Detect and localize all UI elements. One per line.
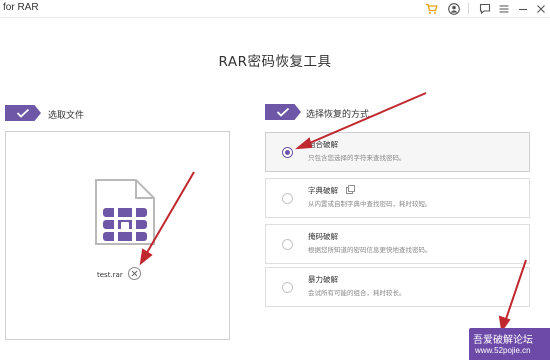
feedback-icon[interactable] [477, 1, 493, 17]
method-description: 会试所有可能的组合，耗时较长。 [308, 289, 406, 297]
watermark-url: www.52pojie.cn [475, 346, 531, 355]
title-bar: for RAR [0, 0, 550, 18]
radio-button[interactable] [282, 147, 293, 158]
remove-file-button[interactable] [128, 267, 141, 280]
method-description: 只包含您选择的字符来查找密码。 [308, 154, 406, 162]
method-title: 组合破解 [308, 140, 338, 149]
method-title: 掩码破解 [308, 232, 338, 241]
radio-button[interactable] [282, 193, 293, 204]
minimize-icon[interactable] [515, 1, 531, 17]
method-title: 字典破解 [308, 186, 338, 195]
radio-selected-dot [285, 150, 290, 155]
step-check-badge [5, 105, 41, 121]
rar-archive-icon [95, 179, 155, 245]
checkmark-icon [16, 108, 30, 118]
radio-button[interactable] [282, 239, 293, 250]
method-option-brute-force[interactable]: 暴力破解 会试所有可能的组合，耗时较长。 [265, 267, 530, 307]
method-option-combination[interactable]: 组合破解 只包含您选择的字符来查找密码。 [265, 132, 530, 172]
file-drop-panel[interactable]: test.rar [5, 131, 230, 340]
radio-button[interactable] [282, 282, 293, 293]
account-icon[interactable] [446, 1, 462, 17]
cart-icon[interactable] [423, 1, 439, 17]
menu-icon[interactable] [496, 1, 512, 17]
watermark-title: 吾爱破解论坛 [473, 335, 533, 346]
method-option-mask[interactable]: 掩码破解 根据您所知道的密码信息更快地查找密码。 [265, 224, 530, 264]
method-description: 根据您所知道的密码信息更快地查找密码。 [308, 246, 432, 254]
close-icon [131, 270, 138, 277]
step-check-badge [265, 104, 301, 120]
method-option-dictionary[interactable]: 字典破解 从内置或自制字典中查找密码，耗时较短。 [265, 178, 530, 218]
select-file-label: 选取文件 [48, 111, 85, 121]
copy-icon[interactable] [346, 185, 355, 194]
close-icon[interactable] [533, 1, 549, 17]
method-title: 暴力破解 [308, 275, 338, 284]
checkmark-icon [276, 107, 290, 117]
file-name: test.rar [97, 271, 123, 279]
forum-watermark: 吾爱破解论坛 www.52pojie.cn [469, 328, 550, 360]
select-method-label: 选择恢复的方式 [306, 110, 370, 120]
page-title: RAR密码恢复工具 [218, 54, 332, 70]
method-description: 从内置或自制字典中查找密码，耗时较短。 [308, 200, 432, 208]
toolbar-divider [468, 3, 469, 14]
app-title: for RAR [3, 2, 39, 13]
